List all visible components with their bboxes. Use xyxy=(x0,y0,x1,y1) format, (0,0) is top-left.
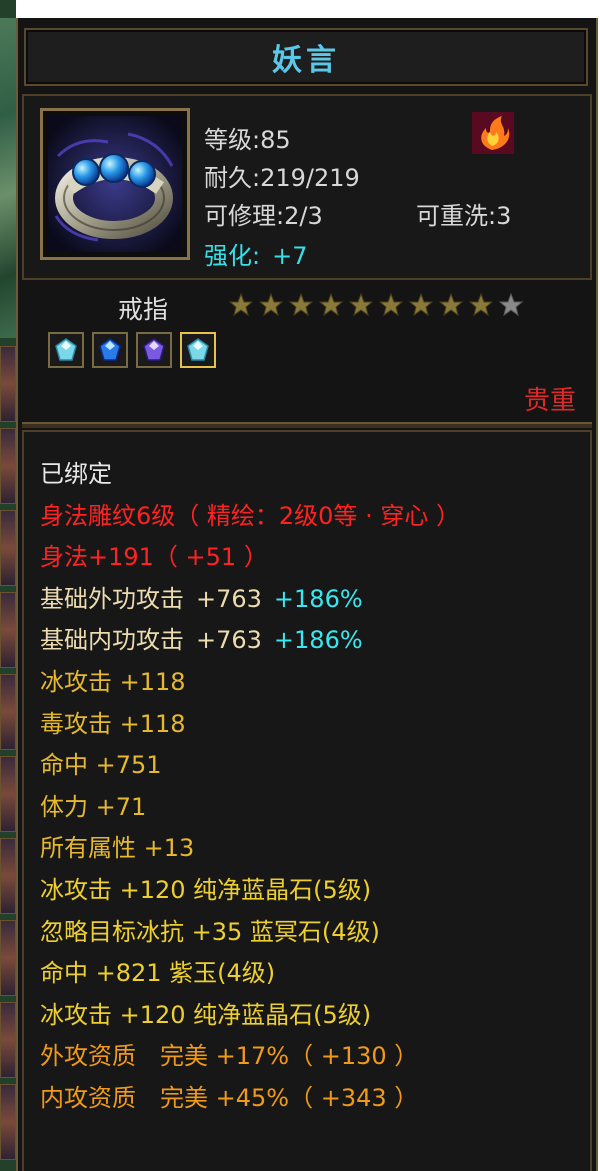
item-repairable: 可修理:2/3 xyxy=(204,202,323,230)
int-quality-attribute: 内攻资质 完美 +45%（ +343 ） xyxy=(40,1083,419,1112)
enhance-value: +7 xyxy=(272,242,308,270)
skill-slot[interactable] xyxy=(0,756,16,832)
item-durability: 耐久:219/219 xyxy=(204,164,360,192)
section-divider xyxy=(22,422,592,428)
item-enhance: 强化: +7 xyxy=(204,236,307,271)
star-filled-icon xyxy=(258,292,284,317)
item-tooltip: 妖言 等级:85 耐久:219/219 可修理:2/3 可重洗:3 强化: +7… xyxy=(16,18,598,1171)
poison-attack-attribute: 毒攻击 +118 xyxy=(40,709,186,738)
gem-slot[interactable] xyxy=(180,332,216,368)
star-filled-icon xyxy=(468,292,494,317)
diamond-gem-icon xyxy=(55,338,77,361)
star-filled-icon xyxy=(228,292,254,317)
gem-slot[interactable] xyxy=(136,332,172,368)
fire-element-icon xyxy=(472,112,514,154)
item-type: 戒指 xyxy=(118,295,169,324)
all-attrs-attribute: 所有属性 +13 xyxy=(40,834,195,863)
ext-attack-label: 基础外功攻击 xyxy=(40,584,184,613)
star-filled-icon xyxy=(378,292,404,317)
gem-attribute: 冰攻击 +120 纯净蓝晶石(5级) xyxy=(40,875,372,904)
ext-attack-pct: +186% xyxy=(273,584,363,613)
item-name: 妖言 xyxy=(272,43,340,78)
item-rarity: 贵重 xyxy=(523,386,576,416)
int-attack-pct: +186% xyxy=(273,626,363,655)
gem-attribute: 命中 +821 紫玉(4级) xyxy=(40,959,276,988)
diamond-gem-icon xyxy=(187,338,209,361)
agility-attribute: 身法+191（ +51 ） xyxy=(40,543,268,572)
attribute-list: 已绑定 身法雕纹6级（ 精绘：2级0等 · 穿心 ） 身法+191（ +51 ）… xyxy=(40,454,460,1120)
gem-attribute: 忽略目标冰抗 +35 蓝冥石(4级) xyxy=(40,917,380,946)
skill-slot[interactable] xyxy=(0,1002,16,1078)
skill-slot[interactable] xyxy=(0,592,16,668)
star-filled-icon xyxy=(408,292,434,317)
scene-background xyxy=(0,18,16,338)
skill-slot[interactable] xyxy=(0,510,16,586)
attributes-box: 已绑定 身法雕纹6级（ 精绘：2级0等 · 穿心 ） 身法+191（ +51 ）… xyxy=(22,430,592,1171)
star-filled-icon xyxy=(288,292,314,317)
star-rating xyxy=(228,292,524,318)
skill-slot[interactable] xyxy=(0,346,16,422)
gem-slot[interactable] xyxy=(92,332,128,368)
int-attack-label: 基础内功攻击 xyxy=(40,626,184,655)
hit-attribute: 命中 +751 xyxy=(40,751,162,780)
item-type-section: 戒指 贵重 xyxy=(22,282,592,420)
skill-slot[interactable] xyxy=(0,674,16,750)
gem-slot[interactable] xyxy=(48,332,84,368)
stamina-attribute: 体力 +71 xyxy=(40,792,147,821)
int-attack-value: +763 xyxy=(196,626,262,655)
gem-attribute: 冰攻击 +120 纯净蓝晶石(5级) xyxy=(40,1000,372,1029)
star-filled-icon xyxy=(348,292,374,317)
game-scene-strip xyxy=(0,0,16,1171)
star-filled-icon xyxy=(318,292,344,317)
item-icon-frame xyxy=(40,108,190,260)
carving-attribute: 身法雕纹6级（ 精绘：2级0等 · 穿心 ） xyxy=(40,501,460,530)
item-header: 等级:85 耐久:219/219 可修理:2/3 可重洗:3 强化: +7 xyxy=(22,94,592,280)
item-rewashable: 可重洗:3 xyxy=(416,202,512,230)
ext-attack-attribute: 基础外功攻击 +763 +186% xyxy=(40,579,460,621)
purple-jade-gem-icon xyxy=(143,338,165,361)
ice-attack-attribute: 冰攻击 +118 xyxy=(40,667,186,696)
enhance-label: 强化: xyxy=(204,242,261,270)
title-bar: 妖言 xyxy=(24,28,588,86)
item-level: 等级:85 xyxy=(204,126,291,154)
star-empty-icon xyxy=(498,292,524,317)
silver-ring-with-blue-gems-icon xyxy=(48,116,182,252)
skill-slot[interactable] xyxy=(0,1084,16,1160)
int-attack-attribute: 基础内功攻击 +763 +186% xyxy=(40,620,460,662)
skill-slot[interactable] xyxy=(0,838,16,914)
star-filled-icon xyxy=(438,292,464,317)
ext-quality-attribute: 外攻资质 完美 +17%（ +130 ） xyxy=(40,1042,419,1071)
skill-slot[interactable] xyxy=(0,920,16,996)
blue-crystal-gem-icon xyxy=(99,338,121,361)
bound-status: 已绑定 xyxy=(40,460,112,488)
ext-attack-value: +763 xyxy=(196,584,262,613)
gem-slots xyxy=(48,332,216,368)
skill-slot[interactable] xyxy=(0,428,16,504)
